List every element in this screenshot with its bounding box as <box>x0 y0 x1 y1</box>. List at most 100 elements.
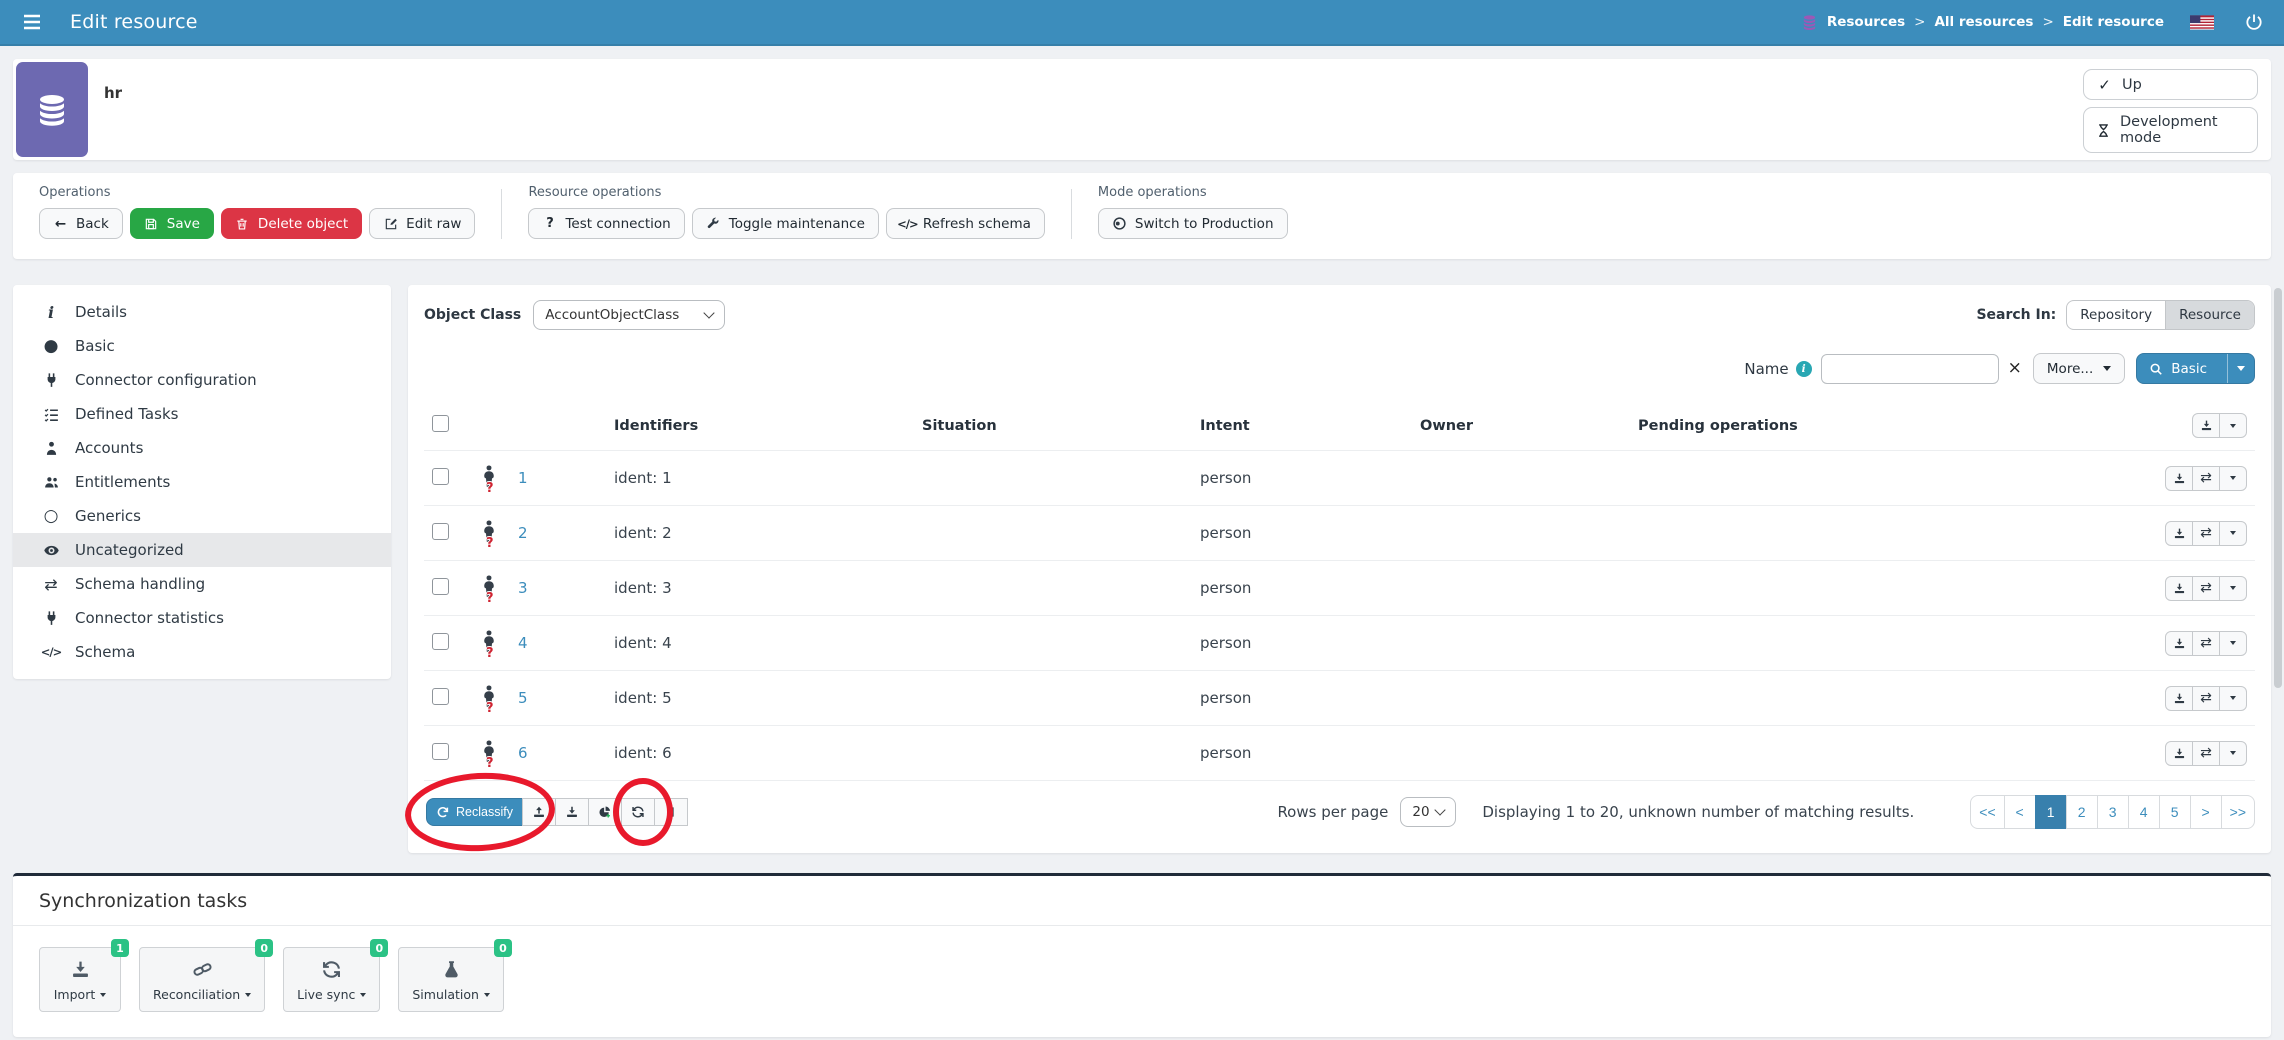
row-menu-caret-icon[interactable] <box>2219 631 2247 656</box>
row-download-icon[interactable] <box>2165 521 2193 546</box>
row-download-icon[interactable] <box>2165 466 2193 491</box>
row-exchange-icon[interactable]: ⇄ <box>2192 521 2220 546</box>
row-exchange-icon[interactable]: ⇄ <box>2192 466 2220 491</box>
row-actions: ⇄ <box>2165 521 2247 546</box>
row-id-link[interactable]: 2 <box>518 524 528 542</box>
breadcrumb-item[interactable]: Edit resource <box>2063 14 2164 30</box>
sidebar-item-uncategorized[interactable]: Uncategorized <box>13 533 391 567</box>
row-checkbox[interactable] <box>432 523 449 540</box>
page-button-prevprev[interactable]: << <box>1970 795 2004 829</box>
row-download-icon[interactable] <box>2165 741 2193 766</box>
row-checkbox[interactable] <box>432 743 449 760</box>
row-menu-caret-icon[interactable] <box>2219 466 2247 491</box>
row-situation <box>914 506 1192 561</box>
page-button-nextnext[interactable]: >> <box>2221 795 2255 829</box>
export-caret-icon[interactable] <box>2219 413 2247 438</box>
row-menu-caret-icon[interactable] <box>2219 741 2247 766</box>
page-button-prev[interactable]: < <box>2004 795 2036 829</box>
row-menu-caret-icon[interactable] <box>2219 686 2247 711</box>
rows-per-page-select[interactable]: 20 <box>1400 797 1456 827</box>
language-flag-icon[interactable] <box>2190 15 2214 30</box>
hamburger-menu-icon[interactable] <box>20 10 44 34</box>
sidebar-item-generics[interactable]: ○Generics <box>13 499 391 533</box>
row-id-link[interactable]: 4 <box>518 634 528 652</box>
more-filters-button[interactable]: More... <box>2033 353 2125 384</box>
row-situation <box>914 561 1192 616</box>
basic-search-button[interactable]: Basic <box>2136 353 2255 384</box>
sidebar-item-schema-handling[interactable]: ⇄Schema handling <box>13 567 391 601</box>
row-actions: ⇄ <box>2165 686 2247 711</box>
row-identifier: ident: 2 <box>606 506 914 561</box>
row-menu-caret-icon[interactable] <box>2219 521 2247 546</box>
search-in-repository-option[interactable]: Repository <box>2067 301 2165 329</box>
save-button[interactable]: Save <box>130 208 214 239</box>
sidebar-item-connector-statistics[interactable]: Connector statistics <box>13 601 391 635</box>
clear-filter-icon[interactable]: × <box>2008 360 2022 377</box>
users-icon <box>41 474 61 491</box>
row-checkbox[interactable] <box>432 633 449 650</box>
page-button-next[interactable]: > <box>2190 795 2222 829</box>
page-button-2[interactable]: 2 <box>2066 795 2098 829</box>
breadcrumb-item[interactable]: Resources <box>1827 14 1905 30</box>
search-mode-caret[interactable] <box>2227 354 2254 383</box>
switch-to-production-button[interactable]: Switch to Production <box>1098 208 1288 239</box>
row-id-link[interactable]: 3 <box>518 579 528 597</box>
refresh-schema-button[interactable]: </> Refresh schema <box>886 208 1045 239</box>
page-button-4[interactable]: 4 <box>2128 795 2160 829</box>
reclassify-button[interactable]: Reclassify <box>426 798 523 826</box>
row-intent: person <box>1192 671 1412 726</box>
floppy-save-icon <box>144 216 159 231</box>
search-in-resource-option[interactable]: Resource <box>2165 301 2254 329</box>
sidebar-item-details[interactable]: iDetails <box>13 295 391 329</box>
sidebar-item-entitlements[interactable]: Entitlements <box>13 465 391 499</box>
refresh-table-button[interactable] <box>621 798 655 826</box>
uncategorized-panel: Object Class AccountObjectClass Search I… <box>408 285 2271 853</box>
download-icon[interactable] <box>2192 413 2220 438</box>
name-filter-input[interactable] <box>1821 354 1999 384</box>
row-download-icon[interactable] <box>2165 686 2193 711</box>
row-exchange-icon[interactable]: ⇄ <box>2192 576 2220 601</box>
row-checkbox[interactable] <box>432 578 449 595</box>
delete-object-button[interactable]: Delete object <box>221 208 362 239</box>
task-button-live-sync[interactable]: Live sync0 <box>283 947 380 1012</box>
test-connection-button[interactable]: ? Test connection <box>528 208 684 239</box>
breadcrumb-item[interactable]: All resources <box>1934 14 2033 30</box>
row-id-link[interactable]: 6 <box>518 744 528 762</box>
row-download-icon[interactable] <box>2165 576 2193 601</box>
row-checkbox[interactable] <box>432 688 449 705</box>
create-report-button[interactable] <box>588 798 622 826</box>
row-download-icon[interactable] <box>2165 631 2193 656</box>
edit-raw-button[interactable]: Edit raw <box>369 208 475 239</box>
row-menu-caret-icon[interactable] <box>2219 576 2247 601</box>
import-accounts-button[interactable] <box>522 798 556 826</box>
row-exchange-icon[interactable]: ⇄ <box>2192 686 2220 711</box>
sidebar-item-label: Connector configuration <box>75 371 257 389</box>
sidebar-item-schema[interactable]: </>Schema <box>13 635 391 669</box>
toggle-maintenance-button[interactable]: Toggle maintenance <box>692 208 879 239</box>
task-button-import[interactable]: Import1 <box>39 947 121 1012</box>
object-class-select[interactable]: AccountObjectClass <box>533 300 725 330</box>
row-id-link[interactable]: 5 <box>518 689 528 707</box>
sidebar-item-defined-tasks[interactable]: Defined Tasks <box>13 397 391 431</box>
task-button-reconciliation[interactable]: Reconciliation0 <box>139 947 265 1012</box>
sidebar-item-connector-configuration[interactable]: Connector configuration <box>13 363 391 397</box>
task-button-simulation[interactable]: Simulation0 <box>398 947 504 1012</box>
vertical-scrollbar[interactable] <box>2274 288 2282 688</box>
pause-refresh-button[interactable] <box>654 798 688 826</box>
row-checkbox[interactable] <box>432 468 449 485</box>
select-all-checkbox[interactable] <box>432 415 449 432</box>
row-identifier: ident: 6 <box>606 726 914 781</box>
sidebar-item-basic[interactable]: ●Basic <box>13 329 391 363</box>
page-button-3[interactable]: 3 <box>2097 795 2129 829</box>
sidebar-item-accounts[interactable]: Accounts <box>13 431 391 465</box>
export-accounts-button[interactable] <box>555 798 589 826</box>
page-button-5[interactable]: 5 <box>2159 795 2191 829</box>
row-exchange-icon[interactable]: ⇄ <box>2192 741 2220 766</box>
info-icon[interactable]: i <box>1796 361 1812 377</box>
back-button[interactable]: ← Back <box>39 208 123 239</box>
row-exchange-icon[interactable]: ⇄ <box>2192 631 2220 656</box>
row-id-link[interactable]: 1 <box>518 469 528 487</box>
caret-down-icon <box>2103 366 2111 371</box>
logout-power-icon[interactable] <box>2244 12 2264 32</box>
page-button-1[interactable]: 1 <box>2035 795 2067 829</box>
